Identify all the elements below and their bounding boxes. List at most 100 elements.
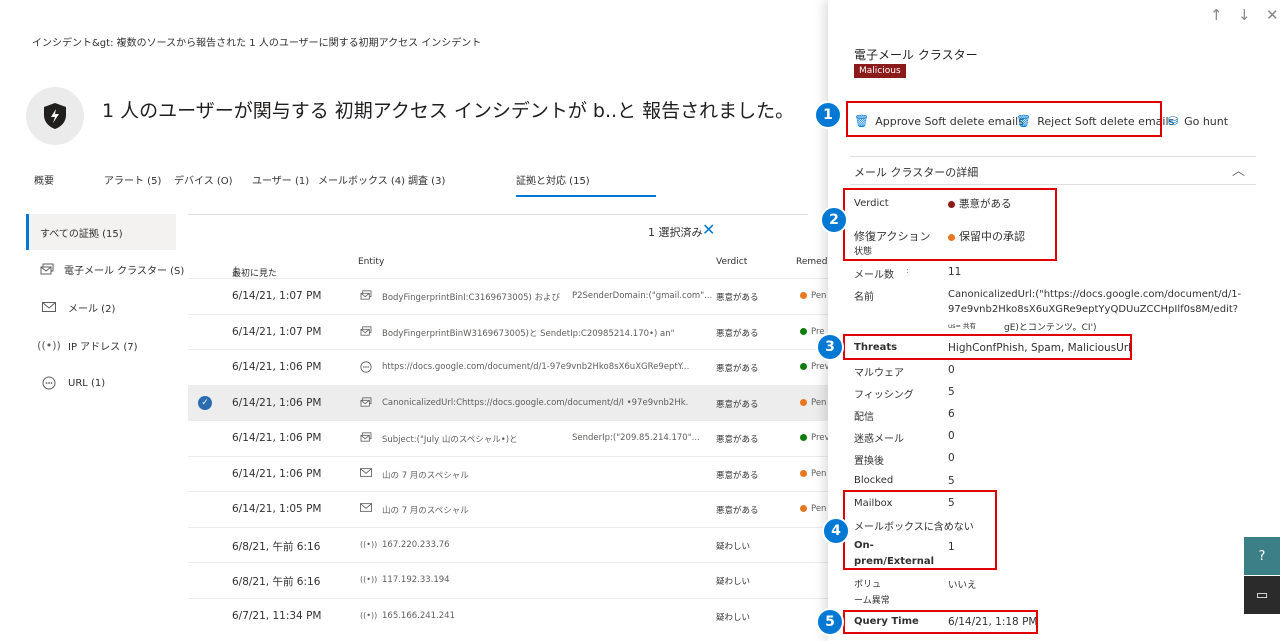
cell-first-seen: 6/14/21, 1:07 PM (232, 290, 322, 302)
highlight-box (843, 490, 997, 570)
chat-icon: ▭ (1255, 587, 1269, 603)
table-row[interactable]: 6/14/21, 1:07 PM BodyFingerprintBinI:C316… (188, 278, 828, 314)
sidenav-item-all-evidence[interactable]: すべての証拠 (15) (26, 214, 176, 250)
name-value-line-3a: us= 共有 (948, 322, 977, 330)
phishing-label: フィッシング (854, 390, 914, 401)
url-icon (40, 376, 58, 390)
table-row[interactable]: 6/8/21, 午前 6:16 ((•)) 117.192.33.194 疑わしい (188, 562, 828, 598)
cell-verdict: 悪意がある (716, 470, 759, 481)
cell-remediation: Pen (800, 469, 826, 479)
cell-entity: BodyFingerprintBinI:C3169673005) および (382, 293, 561, 303)
evidence-sidenav: すべての証拠 (15) 電子メール クラスター (S) メール (2) ((•)… (26, 214, 184, 402)
column-remediation[interactable]: Remedi (796, 257, 830, 267)
column-verdict[interactable]: Verdict (716, 257, 747, 267)
highlight-box (843, 610, 1038, 634)
callout-marker: 1 (814, 101, 842, 129)
table-row[interactable]: 6/14/21, 1:05 PM 山の 7 月のスペシャル 悪意がある Pen (188, 491, 828, 527)
malware-value: 0 (948, 364, 955, 376)
cell-entity: https://docs.google.com/document/d/1-97e… (382, 362, 690, 372)
close-icon[interactable]: ✕ (1266, 6, 1279, 24)
name-label: 名前 (854, 292, 874, 303)
cell-remediation: Pen (800, 291, 826, 301)
go-hunt-button[interactable]: ⛁ Go hunt (1168, 114, 1228, 128)
table-row[interactable]: 6/8/21, 午前 6:16 ((•)) 167.220.233.76 疑わしい (188, 526, 828, 563)
panel-title: 電子メール クラスター (854, 48, 978, 62)
feedback-button[interactable]: ▭ (1244, 576, 1280, 614)
selection-count: 1 選択済み (648, 226, 703, 239)
tab-users[interactable]: ユーザー (1) (252, 172, 309, 187)
cell-remediation: Prev (800, 362, 830, 372)
incident-page: インシデント&gt: 複数のソースから報告された 1 人のユーザーに関する初期ア… (0, 0, 830, 641)
tab-evidence[interactable]: 証拠と対応 (15) (516, 172, 656, 197)
mail-icon (360, 467, 372, 480)
volume-value: いいえ (948, 580, 977, 591)
volume-label-2: ーム異常 (854, 596, 890, 606)
mail-cluster-icon (40, 263, 54, 275)
status-dot (800, 505, 807, 512)
cell-entity: 山の 7 月のスペシャル (382, 470, 469, 481)
table-row[interactable]: 6/14/21, 1:06 PM https://docs.google.com/… (188, 349, 830, 385)
cell-entity-secondary: P2SenderDomain:("gmail.com"... (572, 291, 713, 301)
column-entity[interactable]: Entity (358, 257, 384, 267)
ip-broadcast-icon: ((•)) (360, 575, 378, 584)
arrow-up-icon[interactable]: ↑ (1210, 6, 1223, 24)
cell-first-seen: 6/14/21, 1:06 PM (232, 467, 322, 480)
tab-investigations[interactable]: 調査 (3) (408, 172, 445, 187)
status-dot (800, 292, 807, 299)
breadcrumb[interactable]: インシデント&gt: 複数のソースから報告された 1 人のユーザーに関する初期ア… (32, 34, 481, 49)
replaced-label: 置換後 (854, 456, 884, 467)
page-title: 1 人のユーザーが関与する 初期アクセス インシデントが b..と 報告されまし… (102, 100, 795, 122)
chevron-up-icon[interactable]: ︿ (1232, 160, 1245, 179)
clear-selection-icon[interactable]: ✕ (702, 220, 715, 239)
phishing-value: 5 (948, 386, 955, 398)
grid-body: 6/14/21, 1:07 PM BodyFingerprintBinI:C316… (188, 278, 830, 634)
cell-verdict: 悪意がある (716, 328, 759, 339)
blocked-label: Blocked (854, 475, 894, 486)
tab-devices[interactable]: デバイス (O) (174, 172, 233, 187)
sidenav-item-emails[interactable]: メール (2) (26, 288, 176, 326)
table-row[interactable]: 6/14/21, 1:07 PM BodyFingerprintBinW31696… (188, 313, 828, 350)
sidenav-item-email-clusters[interactable]: 電子メール クラスター (S) (26, 250, 184, 288)
remediation-text: Prev (811, 362, 830, 372)
highlight-box (843, 334, 1132, 360)
table-row[interactable]: 6/14/21, 1:06 PM Subject:("July 山のスペシャル•)… (188, 420, 830, 456)
remediation-text: Pen (811, 397, 827, 408)
cell-entity: 117.192.33.194 (382, 575, 450, 585)
cell-first-seen: 6/8/21, 午前 6:16 (232, 576, 321, 588)
remediation-text: Pen (811, 504, 827, 514)
shield-icon (44, 103, 66, 129)
cell-remediation: Pen (800, 398, 826, 408)
mail-cluster-icon (360, 396, 372, 410)
remediation-text: Pen (811, 468, 827, 479)
table-row[interactable]: 6/7/21, 11:34 PM ((•)) 165.166.241.241 疑わしい (188, 597, 828, 634)
cell-verdict: 悪意がある (716, 506, 759, 516)
cell-entity: 165.166.241.241 (382, 610, 456, 621)
mail-count-label: メール数 (854, 270, 894, 281)
cell-entity: CanonicalizedUrl:Chttps://docs.google.co… (382, 397, 689, 408)
tab-mailboxes[interactable]: メールボックス (4) (318, 172, 405, 187)
replaced-value: 0 (948, 452, 955, 464)
mail-cluster-icon (360, 325, 372, 339)
highlight-box (846, 101, 1162, 137)
evidence-grid: 最初に見た ↓ Entity Verdict Remedi 6/14/21, 1… (188, 248, 830, 634)
sidenav-item-urls[interactable]: URL (1) (26, 364, 176, 402)
cell-entity: Subject:("July 山のスペシャル•)と (382, 435, 518, 445)
help-button[interactable]: ? (1244, 537, 1280, 575)
table-row[interactable]: ✓ 6/14/21, 1:06 PM CanonicalizedUrl:Chttps… (188, 384, 828, 420)
table-row[interactable]: 6/14/21, 1:06 PM 山の 7 月のスペシャル 悪意がある Pen (188, 455, 828, 492)
sidenav-item-ip-addresses[interactable]: ((•)) IP アドレス (7) (26, 326, 176, 364)
cell-verdict: 疑わしい (716, 612, 751, 623)
checkmark-icon[interactable]: ✓ (198, 395, 212, 410)
mail-cluster-icon (360, 432, 372, 445)
status-dot (800, 363, 807, 370)
arrow-down-icon[interactable]: ↓ (1238, 6, 1251, 24)
tab-overview[interactable]: 概要 (34, 172, 54, 187)
status-dot (800, 434, 807, 441)
divider (188, 214, 808, 215)
verdict-badge: Malicious (854, 64, 906, 78)
cell-verdict: 疑わしい (716, 577, 751, 587)
cell-remediation: Pen (800, 504, 826, 514)
tab-alerts[interactable]: アラート (5) (104, 172, 161, 187)
cell-first-seen: 6/14/21, 1:05 PM (232, 503, 322, 515)
incident-icon (26, 87, 84, 145)
